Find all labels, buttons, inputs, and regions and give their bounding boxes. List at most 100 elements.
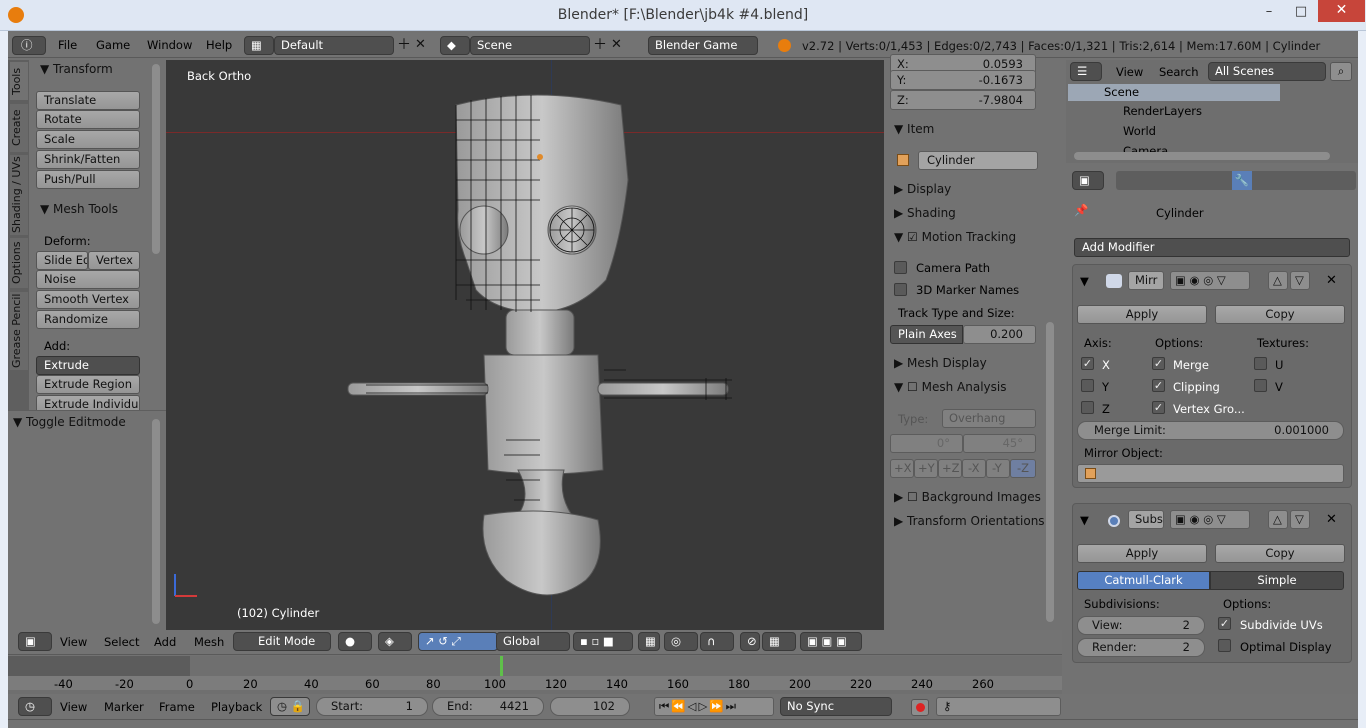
toolshelf-scrollbar[interactable]	[152, 64, 160, 254]
overhang-max-field[interactable]: 45°	[963, 434, 1036, 453]
outliner-scrollbar[interactable]	[1074, 152, 1330, 160]
shading-panel-title[interactable]: ▶ Shading	[894, 206, 956, 220]
mirror-axis-x-checkbox[interactable]: ✓	[1081, 357, 1094, 370]
shrink-fatten-button[interactable]: Shrink/Fatten	[36, 150, 140, 169]
properties-editor-type-icon[interactable]: ▣	[1072, 171, 1104, 190]
subsurf-collapse-icon[interactable]: ▼	[1080, 513, 1089, 527]
slide-vertex-button[interactable]: Vertex	[88, 251, 140, 270]
record-icon[interactable]	[911, 699, 929, 716]
merge-limit-field[interactable]: Merge Limit: 0.001000	[1077, 421, 1344, 440]
object-name-field[interactable]: Cylinder	[918, 151, 1038, 170]
mirror-merge-checkbox[interactable]: ✓	[1152, 357, 1165, 370]
subsurf-apply-button[interactable]: Apply	[1077, 544, 1207, 563]
toggle-editmode-title[interactable]: ▼ Toggle Editmode	[13, 415, 126, 429]
tab-options[interactable]: Options	[10, 238, 28, 288]
axis-pos-y-button[interactable]: +Y	[914, 459, 938, 478]
outliner-row-camera[interactable]: Camera	[1123, 144, 1168, 152]
track-type-select[interactable]: Plain Axes	[890, 325, 963, 344]
mirror-copy-button[interactable]: Copy	[1215, 305, 1345, 324]
end-frame-field[interactable]: End: 4421	[432, 697, 544, 716]
start-frame-field[interactable]: Start: 1	[316, 697, 428, 716]
coord-y-field[interactable]: Y: -0.1673	[890, 70, 1036, 90]
mirror-visibility-toggles[interactable]: ▣ ◉ ◎ ▽	[1170, 271, 1250, 290]
remove-scene-icon[interactable]: ✕	[611, 37, 627, 53]
mirror-apply-button[interactable]: Apply	[1077, 305, 1207, 324]
timeline-editor-type-icon[interactable]: ◷	[18, 697, 52, 716]
mirror-move-down-button[interactable]: ▽	[1290, 271, 1310, 290]
view3d-editor-type-icon[interactable]: ▣	[18, 632, 52, 651]
mirror-clipping-checkbox[interactable]: ✓	[1152, 379, 1165, 392]
add-modifier-select[interactable]: Add Modifier	[1074, 238, 1350, 257]
wrench-icon[interactable]: 🔧	[1232, 171, 1252, 190]
viewport-3d[interactable]: Back Ortho (102) Cylinder	[166, 60, 884, 630]
scene-field[interactable]: Scene	[470, 36, 590, 55]
transform-orientation-select[interactable]: Global	[496, 632, 570, 651]
extrude-region-button[interactable]: Extrude Region	[36, 375, 140, 394]
view3d-menu-mesh[interactable]: Mesh	[194, 635, 224, 649]
simple-tab[interactable]: Simple	[1210, 571, 1344, 590]
keying-set-field[interactable]: ⚷	[936, 697, 1061, 716]
mode-select[interactable]: Edit Mode	[233, 632, 331, 651]
axis-neg-z-button[interactable]: -Z	[1010, 459, 1036, 478]
axis-neg-x-button[interactable]: -X	[962, 459, 986, 478]
subsurf-move-down-button[interactable]: ▽	[1290, 510, 1310, 529]
cylinder-mesh-model[interactable]	[166, 60, 884, 630]
mirror-vertex-groups-checkbox[interactable]: ✓	[1152, 401, 1165, 414]
subdivide-uvs-checkbox[interactable]: ✓	[1218, 617, 1231, 630]
outliner-menu-view[interactable]: View	[1116, 65, 1143, 79]
timeline-menu-playback[interactable]: Playback	[211, 700, 262, 714]
outliner-row-renderlayers[interactable]: RenderLayers	[1123, 104, 1202, 118]
push-pull-button[interactable]: Push/Pull	[36, 170, 140, 189]
subsurf-move-up-button[interactable]: △	[1268, 510, 1288, 529]
camera-path-checkbox[interactable]	[894, 261, 907, 274]
smooth-vertex-button[interactable]: Smooth Vertex	[36, 290, 140, 309]
mirror-collapse-icon[interactable]: ▼	[1080, 274, 1089, 288]
menu-window[interactable]: Window	[147, 38, 192, 52]
catmull-clark-tab[interactable]: Catmull-Clark	[1077, 571, 1210, 590]
randomize-button[interactable]: Randomize	[36, 310, 140, 329]
mirror-texture-u-checkbox[interactable]	[1254, 357, 1267, 370]
snap-toggle[interactable]: ⊘	[740, 632, 760, 651]
tab-tools[interactable]: Tools	[10, 62, 28, 100]
outliner-editor-type-icon[interactable]: ☰	[1070, 62, 1102, 81]
outliner-filter-select[interactable]: All Scenes	[1208, 62, 1326, 81]
add-scene-icon[interactable]: ＋	[593, 37, 609, 53]
background-images-panel-title[interactable]: ▶ ☐ Background Images	[894, 490, 1041, 504]
outliner-row-world[interactable]: World	[1123, 124, 1156, 138]
tab-create[interactable]: Create	[10, 104, 28, 152]
operator-scrollbar[interactable]	[152, 419, 160, 624]
mirror-remove-icon[interactable]: ✕	[1326, 273, 1337, 288]
outliner-menu-search[interactable]: Search	[1159, 65, 1199, 79]
search-icon[interactable]: ⌕	[1330, 62, 1352, 81]
properties-n-scrollbar[interactable]	[1046, 322, 1054, 622]
tab-grease-pencil[interactable]: Grease Pencil	[10, 292, 28, 370]
axis-neg-y-button[interactable]: -Y	[986, 459, 1010, 478]
subsurf-copy-button[interactable]: Copy	[1215, 544, 1345, 563]
mirror-texture-v-checkbox[interactable]	[1254, 379, 1267, 392]
remove-layout-icon[interactable]: ✕	[415, 37, 431, 54]
slide-edge-button[interactable]: Slide Ed	[36, 251, 88, 270]
menu-file[interactable]: File	[58, 38, 77, 52]
mesh-tools-panel-title[interactable]: ▼ Mesh Tools	[40, 202, 118, 216]
mirror-move-up-button[interactable]: △	[1268, 271, 1288, 290]
preview-range-toggles[interactable]: ◷ 🔒	[270, 697, 310, 716]
falloff-select[interactable]: ∩	[700, 632, 734, 651]
subsurf-remove-icon[interactable]: ✕	[1326, 512, 1337, 527]
track-size-field[interactable]: 0.200	[963, 325, 1036, 344]
view3d-menu-view[interactable]: View	[60, 635, 87, 649]
pivot-point-select[interactable]: ◈	[378, 632, 412, 651]
transform-panel-title[interactable]: ▼ Transform	[40, 62, 113, 76]
menu-help[interactable]: Help	[206, 38, 232, 52]
subsurf-render-levels-field[interactable]: Render: 2	[1077, 638, 1205, 657]
view3d-menu-select[interactable]: Select	[104, 635, 139, 649]
axis-pos-x-button[interactable]: +X	[890, 459, 914, 478]
translate-button[interactable]: Translate	[36, 91, 140, 110]
item-panel-title[interactable]: ▼ Item	[894, 122, 934, 136]
minimize-button[interactable]: –	[1254, 2, 1284, 24]
add-layout-icon[interactable]: ＋	[397, 37, 413, 54]
info-editor-type-icon[interactable]: ⓘ	[12, 36, 46, 55]
optimal-display-checkbox[interactable]	[1218, 639, 1231, 652]
mirror-axis-y-checkbox[interactable]	[1081, 379, 1094, 392]
pin-icon[interactable]: 📌	[1074, 203, 1088, 217]
extrude-dropdown[interactable]: Extrude	[36, 356, 140, 375]
